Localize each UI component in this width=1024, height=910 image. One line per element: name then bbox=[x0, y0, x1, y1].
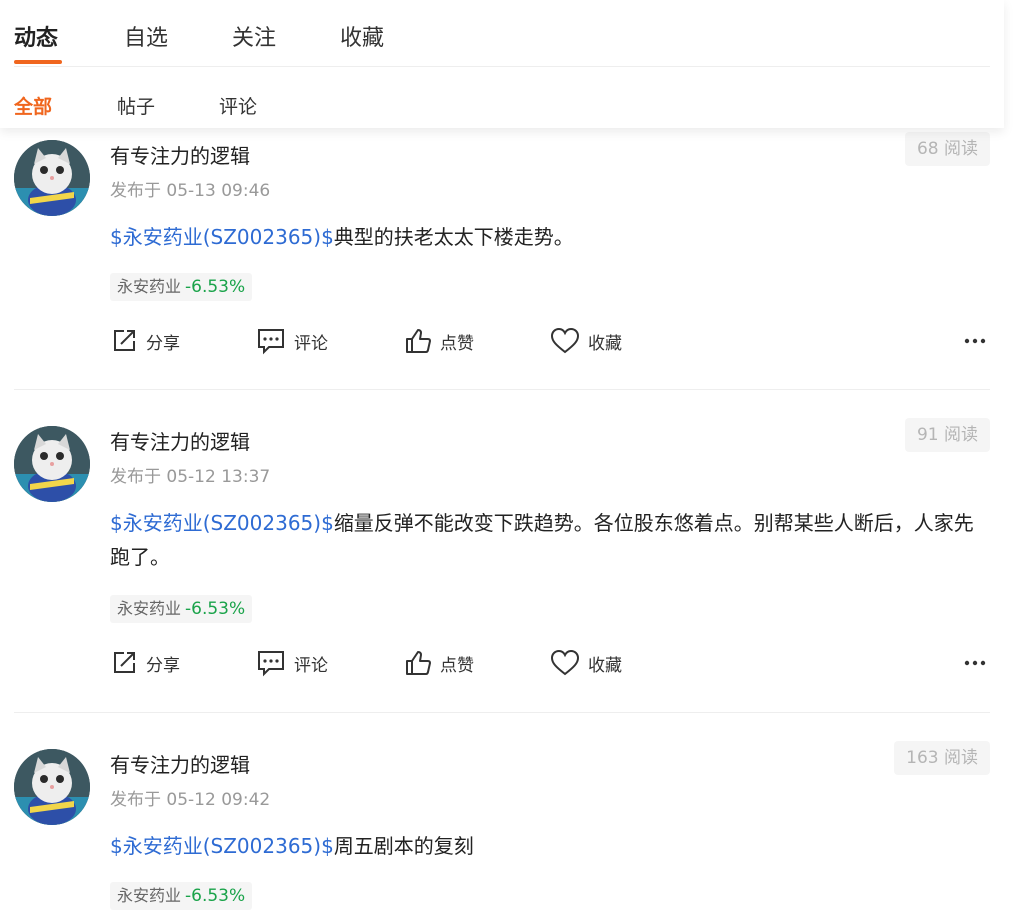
comment-button[interactable]: 评论 bbox=[256, 323, 328, 359]
share-icon bbox=[114, 652, 135, 673]
stock-tag-change: -6.53% bbox=[185, 277, 246, 297]
share-button[interactable]: 分享 bbox=[110, 645, 180, 681]
post-text: 周五剧本的复刻 bbox=[333, 834, 474, 858]
subtab-all[interactable]: 全部 bbox=[14, 92, 52, 119]
heart-icon bbox=[550, 327, 580, 354]
stock-tag[interactable]: 永安药业 -6.53% bbox=[110, 882, 253, 910]
avatar[interactable] bbox=[14, 749, 90, 825]
thumbs-up-icon bbox=[406, 329, 431, 353]
comment-label: 评论 bbox=[294, 655, 328, 676]
stock-tag-name: 永安药业 bbox=[117, 599, 182, 618]
post-time: 发布于 05-12 13:37 bbox=[110, 467, 271, 487]
tab-favorites[interactable]: 收藏 bbox=[340, 20, 384, 52]
author-name[interactable]: 有专注力的逻辑 bbox=[110, 140, 250, 169]
comment-icon bbox=[258, 329, 284, 355]
like-button[interactable]: 点赞 bbox=[404, 645, 474, 681]
more-dots-icon bbox=[964, 338, 986, 344]
stock-tag-change: -6.53% bbox=[185, 886, 246, 906]
post-content: $永安药业(SZ002365)$典型的扶老太太下楼走势。 bbox=[110, 220, 990, 254]
heart-icon bbox=[550, 649, 580, 676]
share-label: 分享 bbox=[146, 333, 180, 354]
author-name[interactable]: 有专注力的逻辑 bbox=[110, 426, 250, 455]
favorite-label: 收藏 bbox=[588, 655, 622, 676]
stock-tag-name: 永安药业 bbox=[117, 277, 182, 296]
sub-tabs: 全部 帖子 评论 bbox=[14, 66, 990, 128]
comment-icon bbox=[258, 651, 284, 677]
post-content: $永安药业(SZ002365)$周五剧本的复刻 bbox=[110, 829, 990, 863]
post-feed: 有专注力的逻辑 发布于 05-13 09:46 68 阅读 $永安药业(SZ00… bbox=[0, 0, 1024, 910]
post-time: 发布于 05-12 09:42 bbox=[110, 790, 271, 810]
tab-following[interactable]: 关注 bbox=[232, 20, 276, 52]
share-icon bbox=[114, 330, 135, 351]
like-button[interactable]: 点赞 bbox=[404, 323, 474, 359]
stock-tag[interactable]: 永安药业 -6.53% bbox=[110, 595, 253, 623]
avatar[interactable] bbox=[14, 140, 90, 216]
read-count-badge: 68 阅读 bbox=[904, 132, 990, 166]
post-content: $永安药业(SZ002365)$缩量反弹不能改变下跌趋势。各位股东悠着点。别帮某… bbox=[110, 506, 990, 574]
stock-link[interactable]: $永安药业(SZ002365)$ bbox=[110, 225, 334, 249]
stock-link[interactable]: $永安药业(SZ002365)$ bbox=[110, 834, 334, 858]
author-name[interactable]: 有专注力的逻辑 bbox=[110, 749, 250, 778]
divider bbox=[14, 389, 990, 390]
subtab-comments[interactable]: 评论 bbox=[219, 92, 257, 119]
favorite-button[interactable]: 收藏 bbox=[550, 645, 622, 681]
read-count-badge: 91 阅读 bbox=[904, 418, 990, 452]
stock-tag[interactable]: 永安药业 -6.53% bbox=[110, 273, 253, 301]
subtab-posts[interactable]: 帖子 bbox=[117, 92, 155, 119]
post-actions: 分享 评论 点赞 收藏 bbox=[110, 323, 990, 359]
stock-tag-change: -6.53% bbox=[185, 599, 246, 619]
top-header: 动态 自选 关注 收藏 全部 帖子 评论 bbox=[0, 0, 1004, 128]
tab-dynamic[interactable]: 动态 bbox=[14, 20, 58, 52]
post-time: 发布于 05-13 09:46 bbox=[110, 181, 271, 201]
comment-button[interactable]: 评论 bbox=[256, 645, 328, 681]
divider bbox=[14, 712, 990, 713]
main-tabs: 动态 自选 关注 收藏 bbox=[14, 0, 990, 67]
post-actions: 分享 评论 点赞 收藏 bbox=[110, 645, 990, 681]
thumbs-up-icon bbox=[406, 651, 431, 675]
stock-tag-name: 永安药业 bbox=[117, 886, 182, 905]
read-count-badge: 163 阅读 bbox=[894, 741, 990, 775]
avatar[interactable] bbox=[14, 426, 90, 502]
tab-watchlist[interactable]: 自选 bbox=[124, 20, 168, 52]
favorite-button[interactable]: 收藏 bbox=[550, 323, 622, 359]
stock-link[interactable]: $永安药业(SZ002365)$ bbox=[110, 511, 334, 535]
more-dots-icon bbox=[964, 660, 986, 666]
comment-label: 评论 bbox=[294, 333, 328, 354]
favorite-label: 收藏 bbox=[588, 333, 622, 354]
more-button[interactable] bbox=[964, 645, 986, 681]
like-label: 点赞 bbox=[440, 655, 474, 676]
like-label: 点赞 bbox=[440, 333, 474, 354]
post-text: 典型的扶老太太下楼走势。 bbox=[333, 225, 574, 249]
share-button[interactable]: 分享 bbox=[110, 323, 180, 359]
share-label: 分享 bbox=[146, 655, 180, 676]
more-button[interactable] bbox=[964, 323, 986, 359]
active-tab-indicator bbox=[14, 60, 62, 64]
